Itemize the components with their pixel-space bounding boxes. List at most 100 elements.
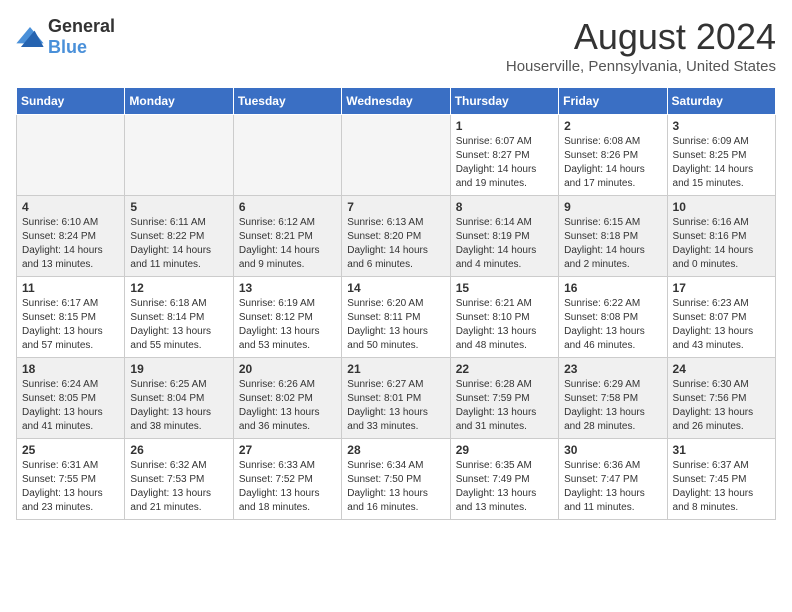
calendar-week: 11Sunrise: 6:17 AM Sunset: 8:15 PM Dayli…	[17, 277, 776, 358]
day-number: 24	[673, 362, 770, 376]
day-info: Sunrise: 6:16 AM Sunset: 8:16 PM Dayligh…	[673, 216, 770, 272]
day-number: 1	[456, 119, 553, 133]
logo-text: General Blue	[48, 16, 115, 58]
day-info: Sunrise: 6:10 AM Sunset: 8:24 PM Dayligh…	[22, 216, 119, 272]
day-number: 13	[239, 281, 336, 295]
day-info: Sunrise: 6:36 AM Sunset: 7:47 PM Dayligh…	[564, 459, 661, 515]
day-info: Sunrise: 6:35 AM Sunset: 7:49 PM Dayligh…	[456, 459, 553, 515]
day-info: Sunrise: 6:33 AM Sunset: 7:52 PM Dayligh…	[239, 459, 336, 515]
calendar-cell: 16 Sunrise: 6:22 AM Sunset: 8:08 PM Dayli…	[559, 277, 667, 358]
calendar-cell: 19 Sunrise: 6:25 AM Sunset: 8:04 PM Dayli…	[125, 358, 233, 439]
calendar-cell: 13Sunrise: 6:19 AM Sunset: 8:12 PM Dayli…	[233, 277, 341, 358]
day-number: 12	[130, 281, 227, 295]
calendar-cell: 18 Sunrise: 6:24 AM Sunset: 8:05 PM Dayli…	[17, 358, 125, 439]
calendar-cell: 29Sunrise: 6:35 AM Sunset: 7:49 PM Dayli…	[450, 439, 558, 520]
calendar-cell: 24 Sunrise: 6:30 AM Sunset: 7:56 PM Dayli…	[667, 358, 775, 439]
logo: General Blue	[16, 16, 115, 58]
day-info: Sunrise: 6:18 AM Sunset: 8:14 PM Dayligh…	[130, 297, 227, 353]
day-number: 30	[564, 443, 661, 457]
calendar-cell: 17Sunrise: 6:23 AM Sunset: 8:07 PM Dayli…	[667, 277, 775, 358]
header: General Blue August 2024 Houserville, Pe…	[16, 16, 776, 75]
day-number: 4	[22, 200, 119, 214]
calendar-cell: 28Sunrise: 6:34 AM Sunset: 7:50 PM Dayli…	[342, 439, 450, 520]
weekday-header: Sunday	[17, 88, 125, 115]
day-info: Sunrise: 6:24 AM Sunset: 8:05 PM Dayligh…	[22, 378, 119, 434]
day-info: Sunrise: 6:15 AM Sunset: 8:18 PM Dayligh…	[564, 216, 661, 272]
title-area: August 2024 Houserville, Pennsylvania, U…	[506, 16, 776, 75]
day-number: 20	[239, 362, 336, 376]
day-info: Sunrise: 6:20 AM Sunset: 8:11 PM Dayligh…	[347, 297, 444, 353]
day-info: Sunrise: 6:30 AM Sunset: 7:56 PM Dayligh…	[673, 378, 770, 434]
calendar-cell: 2 Sunrise: 6:08 AM Sunset: 8:26 PM Daylig…	[559, 115, 667, 196]
day-number: 27	[239, 443, 336, 457]
weekday-header: Monday	[125, 88, 233, 115]
calendar-cell: 3 Sunrise: 6:09 AM Sunset: 8:25 PM Daylig…	[667, 115, 775, 196]
weekday-header: Tuesday	[233, 88, 341, 115]
day-info: Sunrise: 6:08 AM Sunset: 8:26 PM Dayligh…	[564, 135, 661, 191]
day-number: 15	[456, 281, 553, 295]
day-number: 2	[564, 119, 661, 133]
weekday-header: Thursday	[450, 88, 558, 115]
calendar-cell: 15Sunrise: 6:21 AM Sunset: 8:10 PM Dayli…	[450, 277, 558, 358]
day-number: 19	[130, 362, 227, 376]
calendar-cell: 6 Sunrise: 6:12 AM Sunset: 8:21 PM Daylig…	[233, 196, 341, 277]
day-number: 25	[22, 443, 119, 457]
calendar-week: 4 Sunrise: 6:10 AM Sunset: 8:24 PM Daylig…	[17, 196, 776, 277]
day-number: 10	[673, 200, 770, 214]
day-info: Sunrise: 6:11 AM Sunset: 8:22 PM Dayligh…	[130, 216, 227, 272]
calendar-cell: 26Sunrise: 6:32 AM Sunset: 7:53 PM Dayli…	[125, 439, 233, 520]
day-number: 14	[347, 281, 444, 295]
day-info: Sunrise: 6:25 AM Sunset: 8:04 PM Dayligh…	[130, 378, 227, 434]
calendar-week: 1Sunrise: 6:07 AM Sunset: 8:27 PM Daylig…	[17, 115, 776, 196]
day-info: Sunrise: 6:27 AM Sunset: 8:01 PM Dayligh…	[347, 378, 444, 434]
day-number: 22	[456, 362, 553, 376]
calendar-table: SundayMondayTuesdayWednesdayThursdayFrid…	[16, 87, 776, 520]
day-info: Sunrise: 6:14 AM Sunset: 8:19 PM Dayligh…	[456, 216, 553, 272]
calendar-cell	[17, 115, 125, 196]
calendar-cell: 10 Sunrise: 6:16 AM Sunset: 8:16 PM Dayli…	[667, 196, 775, 277]
calendar-cell: 12 Sunrise: 6:18 AM Sunset: 8:14 PM Dayli…	[125, 277, 233, 358]
calendar-week: 25Sunrise: 6:31 AM Sunset: 7:55 PM Dayli…	[17, 439, 776, 520]
day-info: Sunrise: 6:37 AM Sunset: 7:45 PM Dayligh…	[673, 459, 770, 515]
day-number: 23	[564, 362, 661, 376]
calendar-cell: 31 Sunrise: 6:37 AM Sunset: 7:45 PM Dayli…	[667, 439, 775, 520]
calendar-cell: 4 Sunrise: 6:10 AM Sunset: 8:24 PM Daylig…	[17, 196, 125, 277]
day-info: Sunrise: 6:13 AM Sunset: 8:20 PM Dayligh…	[347, 216, 444, 272]
day-info: Sunrise: 6:29 AM Sunset: 7:58 PM Dayligh…	[564, 378, 661, 434]
day-number: 8	[456, 200, 553, 214]
day-number: 18	[22, 362, 119, 376]
calendar-cell: 20Sunrise: 6:26 AM Sunset: 8:02 PM Dayli…	[233, 358, 341, 439]
day-info: Sunrise: 6:32 AM Sunset: 7:53 PM Dayligh…	[130, 459, 227, 515]
calendar-cell: 9 Sunrise: 6:15 AM Sunset: 8:18 PM Daylig…	[559, 196, 667, 277]
calendar-cell: 25Sunrise: 6:31 AM Sunset: 7:55 PM Dayli…	[17, 439, 125, 520]
calendar-cell: 21 Sunrise: 6:27 AM Sunset: 8:01 PM Dayli…	[342, 358, 450, 439]
calendar-cell: 7 Sunrise: 6:13 AM Sunset: 8:20 PM Daylig…	[342, 196, 450, 277]
day-number: 7	[347, 200, 444, 214]
calendar-cell	[342, 115, 450, 196]
day-info: Sunrise: 6:23 AM Sunset: 8:07 PM Dayligh…	[673, 297, 770, 353]
weekday-header: Saturday	[667, 88, 775, 115]
day-number: 5	[130, 200, 227, 214]
day-number: 16	[564, 281, 661, 295]
day-number: 31	[673, 443, 770, 457]
calendar-cell: 30 Sunrise: 6:36 AM Sunset: 7:47 PM Dayli…	[559, 439, 667, 520]
logo-general: General	[48, 16, 115, 36]
calendar-cell: 5 Sunrise: 6:11 AM Sunset: 8:22 PM Daylig…	[125, 196, 233, 277]
day-info: Sunrise: 6:22 AM Sunset: 8:08 PM Dayligh…	[564, 297, 661, 353]
day-number: 9	[564, 200, 661, 214]
calendar-cell: 1Sunrise: 6:07 AM Sunset: 8:27 PM Daylig…	[450, 115, 558, 196]
day-info: Sunrise: 6:09 AM Sunset: 8:25 PM Dayligh…	[673, 135, 770, 191]
day-info: Sunrise: 6:28 AM Sunset: 7:59 PM Dayligh…	[456, 378, 553, 434]
day-info: Sunrise: 6:17 AM Sunset: 8:15 PM Dayligh…	[22, 297, 119, 353]
day-info: Sunrise: 6:34 AM Sunset: 7:50 PM Dayligh…	[347, 459, 444, 515]
day-info: Sunrise: 6:12 AM Sunset: 8:21 PM Dayligh…	[239, 216, 336, 272]
logo-icon	[16, 27, 44, 47]
day-number: 21	[347, 362, 444, 376]
month-title: August 2024	[506, 16, 776, 58]
calendar-week: 18 Sunrise: 6:24 AM Sunset: 8:05 PM Dayli…	[17, 358, 776, 439]
calendar-cell: 11Sunrise: 6:17 AM Sunset: 8:15 PM Dayli…	[17, 277, 125, 358]
day-number: 6	[239, 200, 336, 214]
calendar-cell: 22 Sunrise: 6:28 AM Sunset: 7:59 PM Dayli…	[450, 358, 558, 439]
calendar-cell: 27 Sunrise: 6:33 AM Sunset: 7:52 PM Dayli…	[233, 439, 341, 520]
day-number: 3	[673, 119, 770, 133]
